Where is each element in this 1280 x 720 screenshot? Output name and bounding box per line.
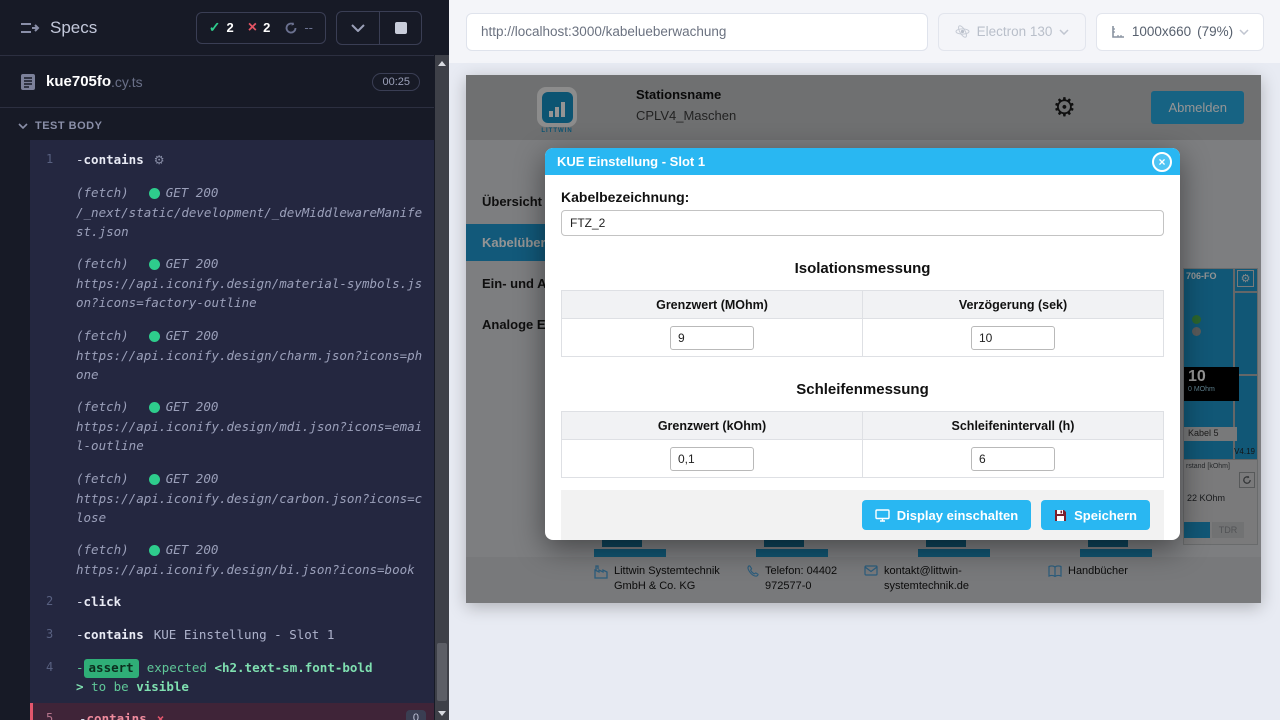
spec-duration-badge: 00:25: [372, 73, 420, 91]
scroll-up-arrow-icon[interactable]: [438, 61, 446, 66]
assert-badge: assert: [84, 659, 139, 678]
aut-toolbar: Electron 130 1000x660 (79%): [449, 0, 1280, 63]
close-icon[interactable]: ×: [1152, 152, 1172, 172]
app-under-test: LITTWIN Stationsname CPLV4_Maschen ⚙ Abm…: [466, 75, 1261, 603]
stop-icon: [395, 22, 407, 34]
command-contains-3[interactable]: 3 -containsKUE Einstellung - Slot 1: [30, 619, 434, 652]
isolation-delay-input[interactable]: [971, 326, 1055, 350]
stat-passed: ✓2: [209, 19, 234, 36]
browser-select[interactable]: Electron 130: [938, 13, 1086, 51]
scrollbar-track[interactable]: [435, 55, 449, 720]
isolation-table: Grenzwert (MOhm) Verzögerung (sek): [561, 290, 1164, 357]
reporter-scrollbar[interactable]: [434, 0, 449, 720]
command-contains-failed[interactable]: 5 -contains× 0: [30, 703, 434, 720]
kue-settings-modal: KUE Einstellung - Slot 1 × Kabelbezeichn…: [545, 148, 1180, 540]
chevron-down-icon: [1239, 29, 1249, 35]
cross-icon: ×: [248, 19, 257, 37]
fail-x-icon: ×: [157, 711, 165, 720]
fetch-row[interactable]: (fetch)GET 200 /_next/static/development…: [30, 177, 434, 249]
scroll-down-arrow-icon[interactable]: [438, 711, 446, 716]
cable-name-label: Kabelbezeichnung:: [561, 189, 1164, 205]
loop-limit-input[interactable]: [670, 447, 754, 471]
viewport-zoom: (79%): [1197, 24, 1233, 39]
loop-col1-header: Grenzwert (kOhm): [562, 412, 863, 440]
floppy-disk-icon: [1054, 509, 1067, 522]
modal-title: KUE Einstellung - Slot 1: [557, 154, 705, 169]
spec-ext: .cy.ts: [111, 74, 143, 90]
loop-table: Grenzwert (kOhm) Schleifenintervall (h): [561, 411, 1164, 478]
cypress-runner: Specs ✓2 ×2 -- ku: [0, 0, 1280, 720]
electron-icon: [955, 24, 970, 39]
runner-controls: [336, 11, 422, 45]
specs-title: Specs: [50, 18, 97, 38]
reporter-panel: Specs ✓2 ×2 -- ku: [0, 0, 434, 720]
display-on-button[interactable]: Display einschalten: [862, 500, 1031, 530]
ruler-icon: [1111, 24, 1126, 39]
check-icon: ✓: [209, 19, 221, 36]
modal-titlebar: KUE Einstellung - Slot 1 ×: [545, 148, 1180, 175]
command-contains-1[interactable]: 1 -contains⚙: [30, 144, 434, 177]
status-dot-icon: [149, 402, 160, 413]
status-dot-icon: [149, 545, 160, 556]
restart-icon: [284, 21, 298, 35]
spec-file-icon: [20, 73, 36, 91]
fetch-row[interactable]: (fetch)GET 200 https://api.iconify.desig…: [30, 248, 434, 320]
isolation-limit-input[interactable]: [670, 326, 754, 350]
chevron-down-icon: [1059, 29, 1069, 35]
isolation-col2-header: Verzögerung (sek): [863, 291, 1164, 319]
viewport-select[interactable]: 1000x660 (79%): [1096, 13, 1264, 51]
reporter-header: Specs ✓2 ×2 --: [0, 0, 434, 56]
isolation-section-title: Isolationsmessung: [561, 260, 1164, 277]
url-input[interactable]: [466, 13, 928, 51]
isolation-col1-header: Grenzwert (MOhm): [562, 291, 863, 319]
scrollbar-thumb[interactable]: [437, 643, 447, 701]
loop-section-title: Schleifenmessung: [561, 381, 1164, 398]
stat-failed: ×2: [248, 19, 271, 37]
stop-button[interactable]: [379, 12, 421, 44]
status-dot-icon: [149, 331, 160, 342]
status-dot-icon: [149, 259, 160, 270]
loop-col2-header: Schleifenintervall (h): [863, 412, 1164, 440]
specs-menu-icon[interactable]: [20, 21, 40, 35]
loop-interval-input[interactable]: [971, 447, 1055, 471]
cable-name-input[interactable]: [561, 210, 1164, 236]
status-dot-icon: [149, 474, 160, 485]
command-log: 1 -contains⚙ (fetch)GET 200 /_next/stati…: [30, 140, 434, 720]
fetch-row[interactable]: (fetch)GET 200 https://api.iconify.desig…: [30, 534, 434, 586]
retry-count-badge: 0: [406, 710, 426, 720]
collapse-button[interactable]: [337, 12, 379, 44]
test-stats: ✓2 ×2 --: [196, 12, 326, 44]
stage: Electron 130 1000x660 (79%): [449, 0, 1280, 720]
modal-body: Kabelbezeichnung: Isolationsmessung Gren…: [545, 175, 1180, 540]
status-dot-icon: [149, 188, 160, 199]
command-assert[interactable]: 4 -assertexpected <h2.text-sm.font-bold>…: [30, 652, 434, 704]
save-button[interactable]: Speichern: [1041, 500, 1150, 530]
spec-file-row[interactable]: kue705fo.cy.ts 00:25: [0, 56, 434, 108]
spec-name: kue705fo: [46, 73, 111, 90]
fetch-row[interactable]: (fetch)GET 200 https://api.iconify.desig…: [30, 391, 434, 463]
gear-icon: ⚙: [154, 153, 165, 167]
monitor-icon: [875, 509, 890, 522]
fetch-row[interactable]: (fetch)GET 200 https://api.iconify.desig…: [30, 320, 434, 392]
command-click[interactable]: 2 -click: [30, 586, 434, 619]
stat-pending: --: [284, 20, 313, 35]
chevron-down-icon: [351, 24, 365, 32]
chevron-down-icon: [18, 123, 28, 129]
modal-footer: Display einschalten Speichern: [561, 490, 1164, 540]
test-body-section[interactable]: TEST BODY: [0, 108, 434, 140]
fetch-row[interactable]: (fetch)GET 200 https://api.iconify.desig…: [30, 463, 434, 535]
